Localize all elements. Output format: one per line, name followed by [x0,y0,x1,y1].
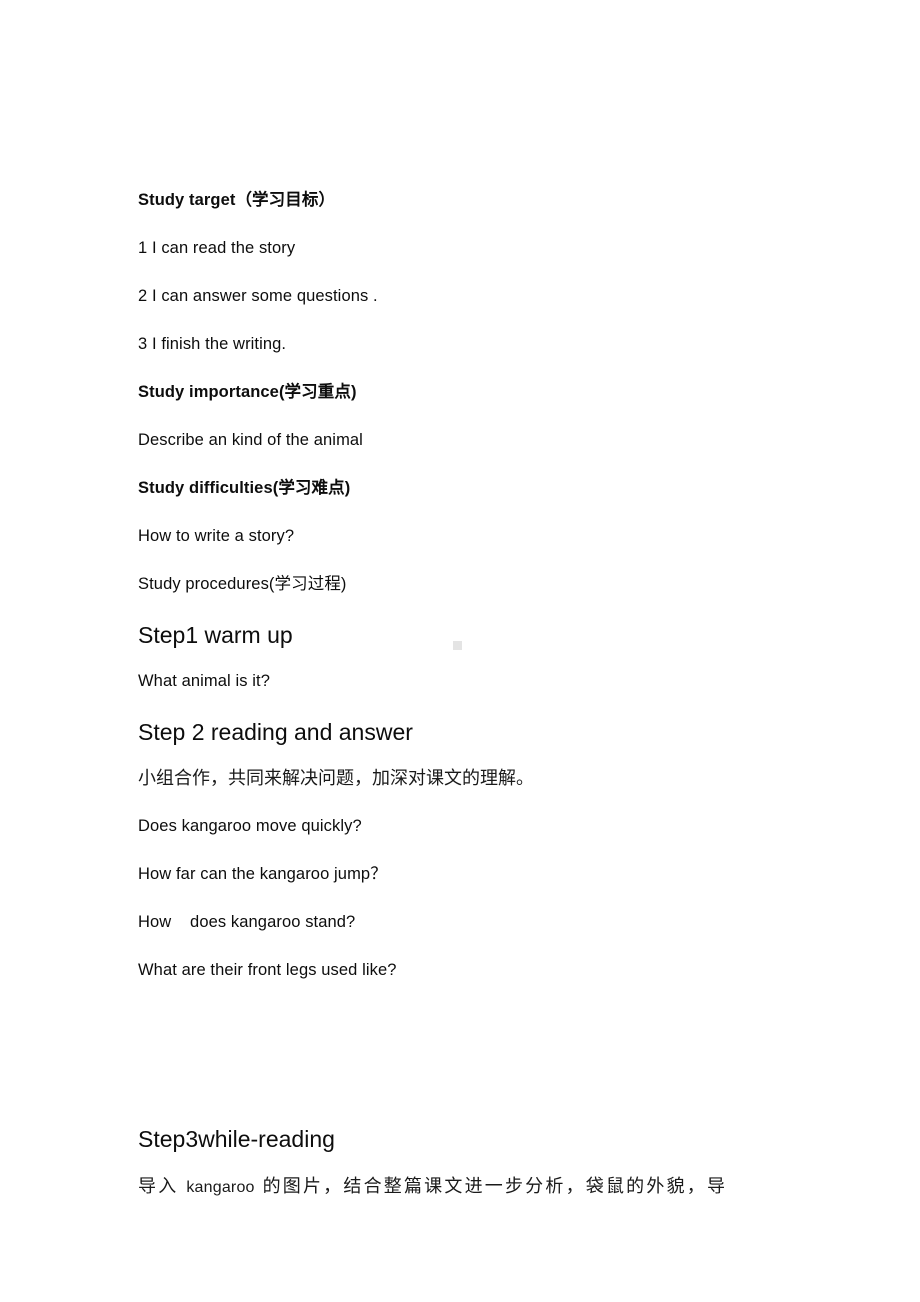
step1-heading: Step1 warm up [138,622,293,648]
step3-instruction-latin: kangaroo [186,1179,255,1196]
document-body: Study target（学习目标） 1 I can read the stor… [138,190,798,1200]
study-difficulties-body: How to write a story? [138,527,295,545]
document-page: Study target（学习目标） 1 I can read the stor… [0,0,920,1302]
question-2: How far can the kangaroo jump？ [138,865,387,883]
step3-instruction-prefix: 导入 [138,1176,187,1197]
step3-instruction-suffix: 的图片，结合整篇课文进一步分析，袋鼠的外貌，导 [254,1176,728,1197]
question-4: What are their front legs used like? [138,961,397,979]
study-importance-body: Describe an kind of the animal [138,431,363,449]
study-target-heading: Study target（学习目标） [138,191,336,209]
question-3: How does kangaroo stand? [138,913,356,931]
study-procedures-heading: Study procedures(学习过程) [138,575,347,593]
blank-paragraph-gap [138,1008,798,1126]
study-difficulties-heading: Study difficulties(学习难点) [138,479,351,497]
step1-body: What animal is it? [138,672,271,690]
step3-instruction: 导入 kangaroo 的图片，结合整篇课文进一步分析，袋鼠的外貌，导 [138,1175,798,1200]
question-1: Does kangaroo move quickly? [138,817,362,835]
study-target-item-1: 1 I can read the story [138,239,296,257]
study-target-item-2: 2 I can answer some questions . [138,287,378,305]
study-target-item-3: 3 I finish the writing. [138,335,287,353]
step3-heading: Step3while-reading [138,1126,335,1152]
study-importance-heading: Study importance(学习重点) [138,383,357,401]
step2-heading: Step 2 reading and answer [138,719,413,745]
step2-instruction: 小组合作，共同来解决问题，加深对课文的理解。 [138,768,534,789]
